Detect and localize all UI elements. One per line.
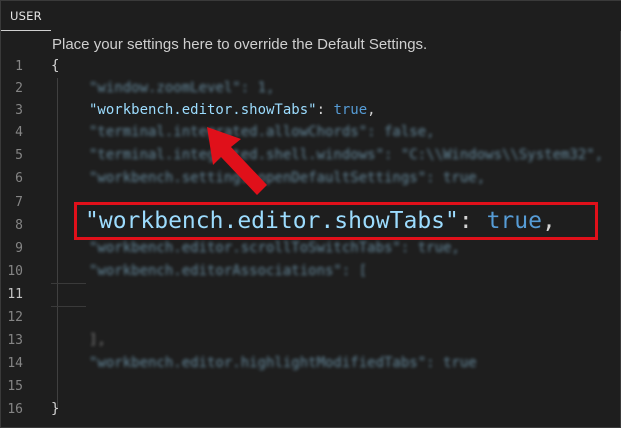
line-number: 11 (7, 287, 23, 302)
editor-line-4: 4 "terminal.integrated.allowChords": fal… (1, 122, 621, 144)
line-number: 9 (15, 241, 23, 256)
setting-show-tabs: "workbench.editor.showTabs": true, (89, 102, 376, 118)
editor-line-12: 12 (1, 307, 621, 329)
callout-key: "workbench.editor.showTabs" (85, 208, 459, 234)
editor-line-6: 6 "workbench.settings.openDefaultSetting… (1, 168, 621, 190)
setting-key: "workbench.editor.showTabs" (89, 102, 317, 118)
json-editor[interactable]: 1 { 2 "window.zoomLevel": 1, 3 "workbenc… (1, 56, 621, 428)
tab-user[interactable]: USER (1, 1, 51, 31)
editor-line-13: 13 ], (1, 330, 621, 352)
line-number: 14 (7, 356, 23, 371)
setting-entry: "workbench.editor.highlightModifiedTabs"… (89, 355, 477, 371)
line-number: 8 (15, 218, 23, 233)
settings-hint-text: Place your settings here to override the… (52, 36, 428, 53)
editor-line-2: 2 "window.zoomLevel": 1, (1, 78, 621, 100)
setting-entry: "workbench.settings.openDefaultSettings"… (89, 170, 486, 186)
line-number: 10 (7, 264, 23, 279)
callout-highlight-box: "workbench.editor.showTabs": true, (74, 202, 598, 240)
editor-line-14: 14 "workbench.editor.highlightModifiedTa… (1, 353, 621, 375)
setting-separator: : (316, 102, 334, 118)
line-number: 7 (15, 195, 23, 210)
line-number: 6 (15, 171, 23, 186)
setting-entry: "terminal.integrated.shell.windows": "C:… (89, 147, 604, 163)
line-number: 13 (7, 333, 23, 348)
open-brace: { (51, 58, 60, 74)
line-number: 4 (15, 125, 23, 140)
line-number: 5 (15, 148, 23, 163)
editor-line-3: 3 "workbench.editor.showTabs": true, (1, 100, 621, 122)
settings-editor-window: USER Place your settings here to overrid… (0, 0, 621, 428)
setting-entry: "window.zoomLevel": 1, (89, 80, 275, 96)
editor-line-10: 10 "workbench.editorAssociations": [ (1, 261, 621, 283)
callout-arrow-icon (207, 127, 267, 195)
editor-line-15: 15 (1, 376, 621, 398)
setting-entry: "workbench.editor.scrollToSwitchTabs": t… (89, 240, 460, 256)
editor-line-5: 5 "terminal.integrated.shell.windows": "… (1, 145, 621, 167)
editor-line-1: 1 { (1, 56, 621, 78)
callout-comma: , (541, 208, 556, 234)
setting-comma: , (367, 102, 376, 118)
line-number: 3 (15, 103, 23, 118)
line-number: 2 (15, 81, 23, 96)
editor-line-16: 16 } (1, 399, 621, 421)
setting-value: true (333, 102, 368, 118)
line-number: 12 (7, 310, 23, 325)
editor-line-11: 11 (1, 284, 621, 306)
close-brace: } (51, 401, 60, 417)
callout-setting: "workbench.editor.showTabs": true, (85, 208, 556, 234)
editor-line-9: 9 "workbench.editor.scrollToSwitchTabs":… (1, 238, 621, 260)
line-number: 16 (7, 402, 23, 417)
setting-entry: ], (89, 332, 106, 348)
line-number: 15 (7, 379, 23, 394)
setting-entry: "workbench.editorAssociations": [ (89, 263, 368, 279)
callout-separator: : (458, 208, 487, 234)
tab-bar: USER (1, 1, 621, 31)
callout-value: true (486, 208, 542, 234)
line-number: 1 (15, 59, 23, 74)
